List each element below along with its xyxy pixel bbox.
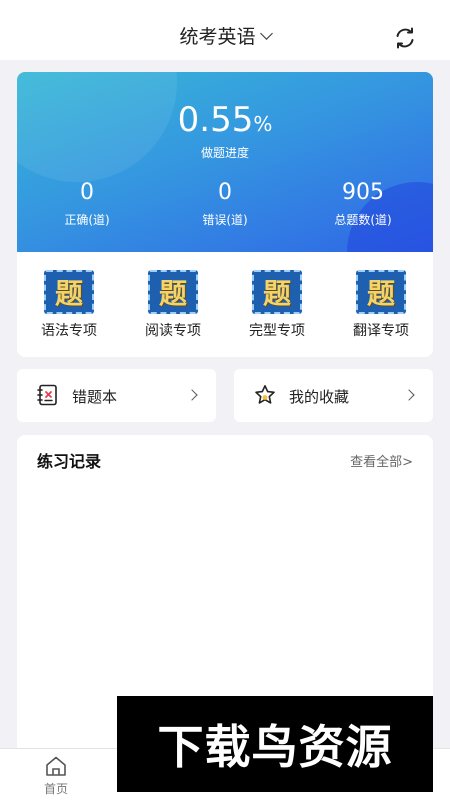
category-cloze[interactable]: 题 完型专项	[232, 270, 322, 340]
favorites-label: 我的收藏	[289, 388, 350, 406]
category-translation[interactable]: 题 翻译专项	[336, 270, 426, 340]
category-label: 阅读专项	[145, 323, 201, 339]
wrong-label: 错误(道)	[202, 213, 248, 227]
category-grid: 题 语法专项 题 阅读专项 题 完型专项 题 翻译专项	[17, 252, 433, 357]
correct-label: 正确(道)	[64, 213, 110, 227]
chevron-right-icon	[186, 389, 198, 401]
mistakes-book-button[interactable]: 错题本	[17, 369, 216, 422]
progress-unit: %	[253, 112, 273, 136]
progress-label: 做题进度	[200, 146, 249, 160]
wrong-value: 0	[218, 180, 232, 205]
category-label: 完型专项	[249, 323, 305, 339]
progress-card: 0.55% 做题进度 0 正确(道) 0 错误(道) 905 总题数(道)	[17, 72, 433, 252]
wrong-count: 0 错误(道)	[165, 180, 285, 228]
question-badge-icon: 题	[252, 270, 302, 314]
mistake-book-icon	[37, 384, 57, 406]
nav-home-label: 首页	[43, 782, 68, 796]
category-label: 语法专项	[41, 323, 97, 339]
question-badge-icon: 题	[148, 270, 198, 314]
total-value: 905	[342, 180, 384, 205]
correct-count: 0 正确(道)	[27, 180, 147, 228]
watermark-banner: 下载鸟资源	[117, 696, 433, 792]
chevron-right-icon	[403, 389, 415, 401]
progress-percent: 0.55%	[17, 100, 433, 140]
subject-selector[interactable]: 统考英语	[0, 22, 450, 49]
nav-home[interactable]: 首页	[16, 755, 96, 797]
records-title: 练习记录	[37, 452, 102, 471]
category-reading[interactable]: 题 阅读专项	[128, 270, 218, 340]
correct-value: 0	[80, 180, 94, 205]
progress-value: 0.55	[177, 100, 254, 140]
view-all-link[interactable]: 查看全部>	[350, 451, 413, 470]
refresh-icon[interactable]	[393, 26, 417, 50]
favorites-button[interactable]: 我的收藏	[234, 369, 433, 422]
star-icon	[255, 385, 275, 404]
page: 统考英语 0.55% 做题进度 0 正确(道) 0 错误(道) 905 总题数(…	[0, 0, 450, 800]
total-label: 总题数(道)	[334, 213, 392, 227]
home-icon	[16, 755, 96, 777]
chevron-down-icon	[259, 27, 273, 40]
category-label: 翻译专项	[353, 323, 409, 339]
mistakes-book-label: 错题本	[72, 388, 118, 406]
total-count: 905 总题数(道)	[303, 180, 423, 228]
question-badge-icon: 题	[356, 270, 406, 314]
question-badge-icon: 题	[44, 270, 94, 314]
top-bar: 统考英语	[0, 0, 450, 60]
category-grammar[interactable]: 题 语法专项	[24, 270, 114, 340]
subject-title: 统考英语	[179, 26, 256, 48]
